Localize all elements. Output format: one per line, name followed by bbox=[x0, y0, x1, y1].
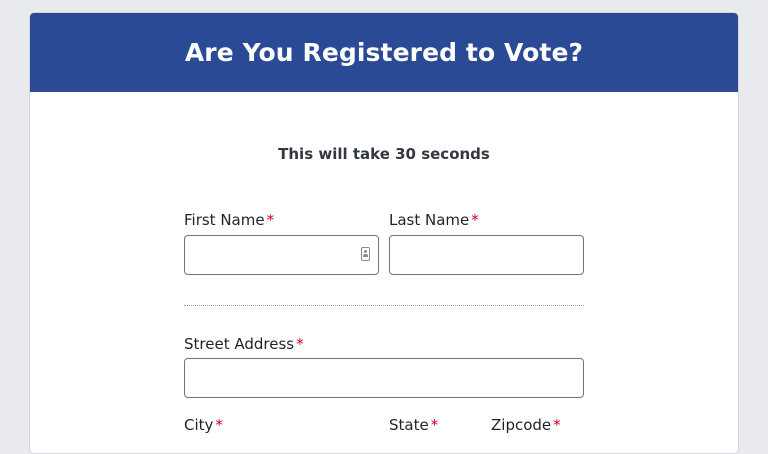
page-title: Are You Registered to Vote? bbox=[184, 38, 584, 67]
state-label-text: State bbox=[389, 416, 429, 434]
registration-card: Are You Registered to Vote? This will ta… bbox=[29, 12, 739, 454]
zipcode-label: Zipcode * bbox=[491, 416, 561, 434]
last-name-label-text: Last Name bbox=[389, 211, 470, 229]
city-label-text: City bbox=[184, 416, 214, 434]
street-address-label: Street Address * bbox=[184, 335, 304, 353]
city-label: City * bbox=[184, 416, 223, 434]
street-address-label-text: Street Address bbox=[184, 335, 295, 353]
contact-card-icon[interactable] bbox=[361, 247, 370, 261]
first-name-label: First Name * bbox=[184, 211, 274, 229]
required-asterisk: * bbox=[215, 416, 223, 434]
last-name-label: Last Name * bbox=[389, 211, 479, 229]
time-estimate-text: This will take 30 seconds bbox=[278, 145, 490, 163]
required-asterisk: * bbox=[553, 416, 561, 434]
first-name-label-text: First Name bbox=[184, 211, 265, 229]
card-header: Are You Registered to Vote? bbox=[30, 13, 738, 92]
required-asterisk: * bbox=[266, 211, 275, 229]
required-asterisk: * bbox=[296, 335, 304, 353]
section-divider bbox=[184, 305, 584, 306]
last-name-input[interactable] bbox=[389, 235, 584, 275]
state-label: State * bbox=[389, 416, 438, 434]
zipcode-label-text: Zipcode bbox=[491, 416, 552, 434]
required-asterisk: * bbox=[430, 416, 439, 434]
street-address-input[interactable] bbox=[184, 358, 584, 398]
first-name-input[interactable] bbox=[184, 235, 379, 275]
required-asterisk: * bbox=[471, 211, 479, 229]
